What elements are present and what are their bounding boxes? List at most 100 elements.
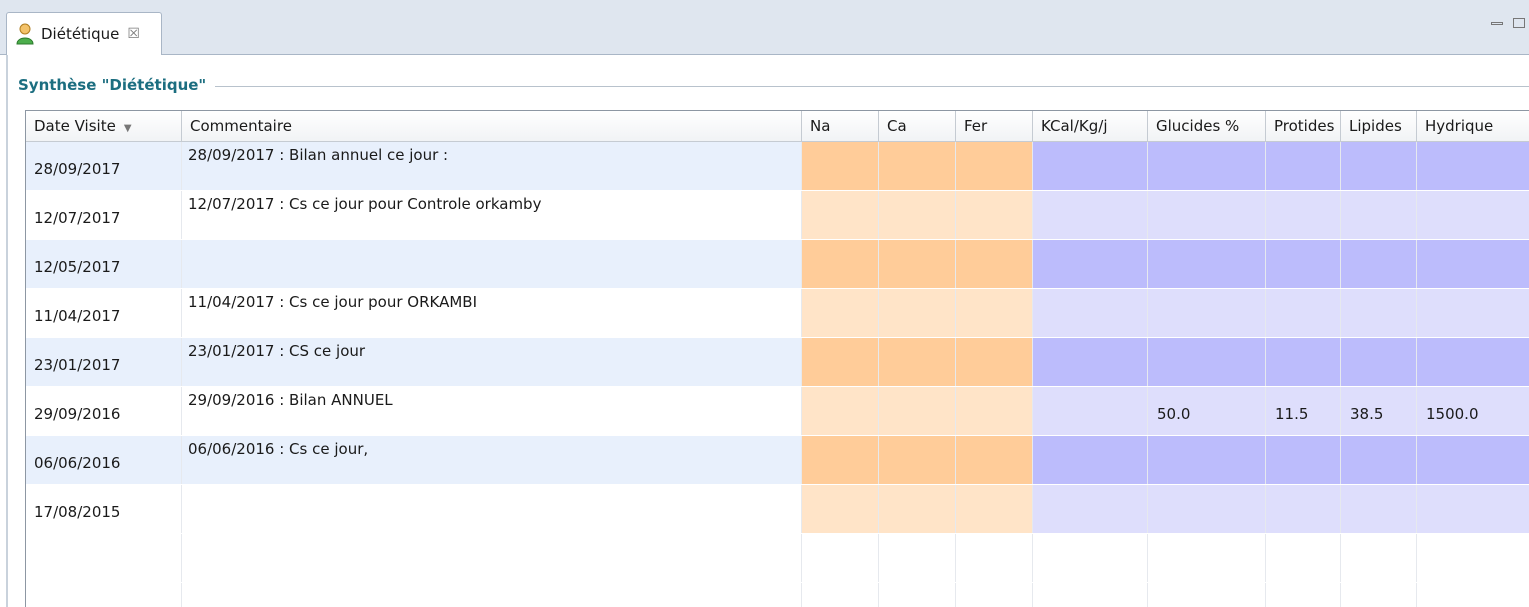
cell-hydrique[interactable] xyxy=(1417,289,1529,337)
cell-glucides[interactable] xyxy=(1148,289,1266,337)
tab-dietetique[interactable]: Diététique ☒ xyxy=(6,12,162,55)
cell-comment[interactable]: 28/09/2017 : Bilan annuel ce jour : xyxy=(182,142,802,190)
cell-glucides[interactable] xyxy=(1148,583,1266,607)
column-header-kcal[interactable]: KCal/Kg/j xyxy=(1033,111,1148,141)
cell-ca[interactable] xyxy=(879,485,956,533)
cell-fer[interactable] xyxy=(956,338,1033,386)
column-header-glucides[interactable]: Glucides % xyxy=(1148,111,1266,141)
cell-hydrique[interactable] xyxy=(1417,191,1529,239)
cell-lipides[interactable] xyxy=(1341,289,1417,337)
cell-ca[interactable] xyxy=(879,142,956,190)
cell-comment[interactable] xyxy=(182,485,802,533)
cell-date[interactable]: 12/05/2017 xyxy=(26,240,182,288)
cell-fer[interactable] xyxy=(956,534,1033,582)
cell-lipides[interactable] xyxy=(1341,338,1417,386)
close-icon[interactable]: ☒ xyxy=(127,26,140,42)
column-header-na[interactable]: Na xyxy=(802,111,879,141)
cell-kcal[interactable] xyxy=(1033,191,1148,239)
cell-date[interactable]: 17/08/2015 xyxy=(26,485,182,533)
cell-hydrique[interactable] xyxy=(1417,240,1529,288)
cell-lipides[interactable]: 38.5 xyxy=(1341,387,1417,435)
cell-lipides[interactable] xyxy=(1341,534,1417,582)
cell-na[interactable] xyxy=(802,485,879,533)
cell-ca[interactable] xyxy=(879,191,956,239)
cell-ca[interactable] xyxy=(879,583,956,607)
cell-na[interactable] xyxy=(802,436,879,484)
cell-protides[interactable] xyxy=(1266,436,1341,484)
cell-glucides[interactable] xyxy=(1148,436,1266,484)
dietetique-table[interactable]: Date Visite ▼ Commentaire Na Ca Fer KCal/Kg/j G… xyxy=(25,110,1529,607)
cell-lipides[interactable] xyxy=(1341,583,1417,607)
cell-date[interactable]: 06/06/2016 xyxy=(26,436,182,484)
cell-fer[interactable] xyxy=(956,387,1033,435)
cell-kcal[interactable] xyxy=(1033,534,1148,582)
cell-ca[interactable] xyxy=(879,436,956,484)
cell-lipides[interactable] xyxy=(1341,485,1417,533)
cell-fer[interactable] xyxy=(956,142,1033,190)
cell-ca[interactable] xyxy=(879,289,956,337)
cell-comment[interactable] xyxy=(182,240,802,288)
cell-hydrique[interactable] xyxy=(1417,534,1529,582)
column-header-date[interactable]: Date Visite ▼ xyxy=(26,111,182,141)
cell-date[interactable]: 28/09/2017 xyxy=(26,142,182,190)
cell-protides[interactable]: 11.5 xyxy=(1266,387,1341,435)
cell-date[interactable]: 11/04/2017 xyxy=(26,289,182,337)
cell-comment[interactable]: 23/01/2017 : CS ce jour xyxy=(182,338,802,386)
cell-ca[interactable] xyxy=(879,338,956,386)
cell-hydrique[interactable]: 1500.0 xyxy=(1417,387,1529,435)
cell-protides[interactable] xyxy=(1266,583,1341,607)
cell-hydrique[interactable] xyxy=(1417,485,1529,533)
cell-protides[interactable] xyxy=(1266,191,1341,239)
cell-kcal[interactable] xyxy=(1033,583,1148,607)
column-header-hydrique[interactable]: Hydrique xyxy=(1417,111,1529,141)
minimize-icon[interactable] xyxy=(1491,22,1503,25)
cell-glucides[interactable] xyxy=(1148,534,1266,582)
cell-date[interactable] xyxy=(26,583,182,607)
column-header-fer[interactable]: Fer xyxy=(956,111,1033,141)
cell-kcal[interactable] xyxy=(1033,142,1148,190)
cell-date[interactable]: 29/09/2016 xyxy=(26,387,182,435)
cell-lipides[interactable] xyxy=(1341,191,1417,239)
cell-fer[interactable] xyxy=(956,436,1033,484)
cell-glucides[interactable]: 50.0 xyxy=(1148,387,1266,435)
cell-ca[interactable] xyxy=(879,534,956,582)
cell-date[interactable]: 12/07/2017 xyxy=(26,191,182,239)
cell-kcal[interactable] xyxy=(1033,289,1148,337)
cell-protides[interactable] xyxy=(1266,289,1341,337)
cell-fer[interactable] xyxy=(956,289,1033,337)
cell-fer[interactable] xyxy=(956,191,1033,239)
cell-protides[interactable] xyxy=(1266,240,1341,288)
cell-comment[interactable]: 29/09/2016 : Bilan ANNUEL xyxy=(182,387,802,435)
table-row[interactable]: 11/04/2017 11/04/2017 : Cs ce jour pour O… xyxy=(26,289,1529,338)
cell-glucides[interactable] xyxy=(1148,142,1266,190)
cell-comment[interactable]: 11/04/2017 : Cs ce jour pour ORKAMBI xyxy=(182,289,802,337)
cell-lipides[interactable] xyxy=(1341,436,1417,484)
cell-fer[interactable] xyxy=(956,485,1033,533)
cell-na[interactable] xyxy=(802,387,879,435)
cell-kcal[interactable] xyxy=(1033,436,1148,484)
cell-lipides[interactable] xyxy=(1341,240,1417,288)
cell-ca[interactable] xyxy=(879,240,956,288)
table-row[interactable]: 06/06/2016 06/06/2016 : Cs ce jour, xyxy=(26,436,1529,485)
column-header-ca[interactable]: Ca xyxy=(879,111,956,141)
table-row[interactable]: 17/08/2015 xyxy=(26,485,1529,534)
sort-descending-icon[interactable]: ▼ xyxy=(124,123,132,134)
cell-glucides[interactable] xyxy=(1148,191,1266,239)
column-header-lipides[interactable]: Lipides xyxy=(1341,111,1417,141)
table-row[interactable]: 23/01/2017 23/01/2017 : CS ce jour xyxy=(26,338,1529,387)
column-header-comment[interactable]: Commentaire xyxy=(182,111,802,141)
cell-glucides[interactable] xyxy=(1148,240,1266,288)
cell-kcal[interactable] xyxy=(1033,338,1148,386)
cell-glucides[interactable] xyxy=(1148,485,1266,533)
cell-na[interactable] xyxy=(802,338,879,386)
cell-comment[interactable]: 12/07/2017 : Cs ce jour pour Controle or… xyxy=(182,191,802,239)
table-row[interactable]: 12/05/2017 xyxy=(26,240,1529,289)
cell-comment[interactable] xyxy=(182,534,802,582)
cell-protides[interactable] xyxy=(1266,534,1341,582)
table-row[interactable]: 28/09/2017 28/09/2017 : Bilan annuel ce j… xyxy=(26,142,1529,191)
cell-date[interactable]: 23/01/2017 xyxy=(26,338,182,386)
cell-na[interactable] xyxy=(802,240,879,288)
cell-kcal[interactable] xyxy=(1033,485,1148,533)
cell-na[interactable] xyxy=(802,583,879,607)
cell-date[interactable] xyxy=(26,534,182,582)
